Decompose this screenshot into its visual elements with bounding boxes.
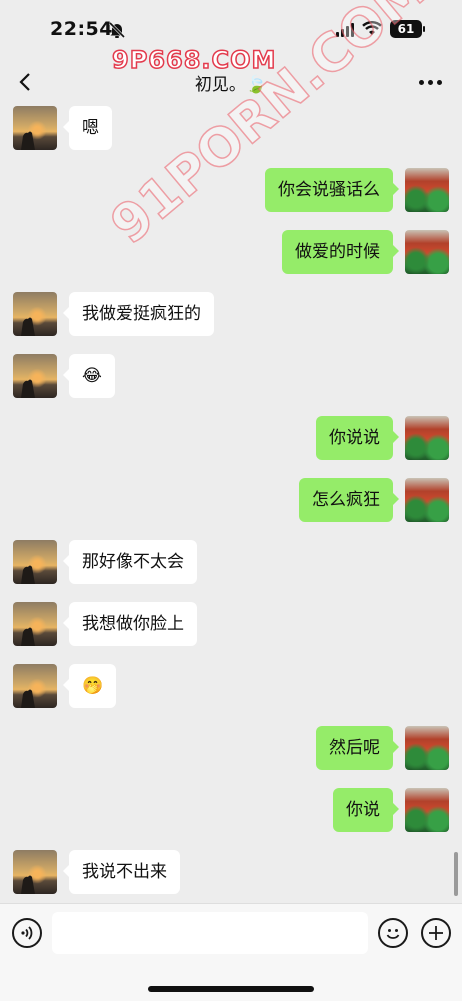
message-bubble-other[interactable]: 我做爱挺疯狂的 (63, 292, 214, 336)
bell-off-icon (108, 21, 126, 39)
avatar-self[interactable] (405, 478, 449, 522)
status-time: 22:54 (50, 18, 113, 40)
message-bubble-self[interactable]: 你说说 (316, 416, 399, 460)
more-options-button[interactable] (419, 80, 442, 85)
message-bubble-self[interactable]: 做爱的时候 (282, 230, 399, 274)
message-bubble-other[interactable]: 🤭 (62, 664, 117, 708)
more-actions-button[interactable] (421, 918, 451, 948)
avatar-other[interactable] (13, 602, 57, 646)
avatar-other[interactable] (13, 664, 57, 708)
avatar-self[interactable] (405, 788, 449, 832)
message-bubble-other[interactable]: 那好像不太会 (63, 540, 197, 584)
home-indicator[interactable] (148, 986, 314, 992)
plus-icon (429, 926, 443, 940)
emoji-button[interactable] (378, 918, 408, 948)
avatar-other[interactable] (13, 292, 57, 336)
message-bubble-other[interactable]: 我说不出来 (63, 850, 180, 894)
avatar-other[interactable] (13, 354, 57, 398)
voice-icon (21, 926, 33, 940)
watermark-top: 9P668.COM (111, 45, 277, 75)
voice-input-button[interactable] (12, 918, 42, 948)
smiley-icon (386, 929, 400, 939)
message-bubble-self[interactable]: 然后呢 (316, 726, 399, 770)
message-bubble-other[interactable]: 嗯 (63, 106, 112, 150)
avatar-other[interactable] (13, 850, 57, 894)
message-input[interactable] (52, 912, 368, 954)
message-bubble-other[interactable]: 😂 (63, 354, 115, 398)
message-bubble-other[interactable]: 我想做你脸上 (63, 602, 197, 646)
avatar-other[interactable] (13, 106, 57, 150)
avatar-self[interactable] (405, 168, 449, 212)
message-bubble-self[interactable]: 你说 (333, 788, 399, 832)
scrollbar[interactable] (454, 852, 458, 896)
avatar-self[interactable] (405, 230, 449, 274)
message-bubble-self[interactable]: 怎么疯狂 (299, 478, 399, 522)
avatar-self[interactable] (405, 726, 449, 770)
message-bubble-self[interactable]: 你会说骚话么 (265, 168, 399, 212)
avatar-other[interactable] (13, 540, 57, 584)
avatar-self[interactable] (405, 416, 449, 460)
